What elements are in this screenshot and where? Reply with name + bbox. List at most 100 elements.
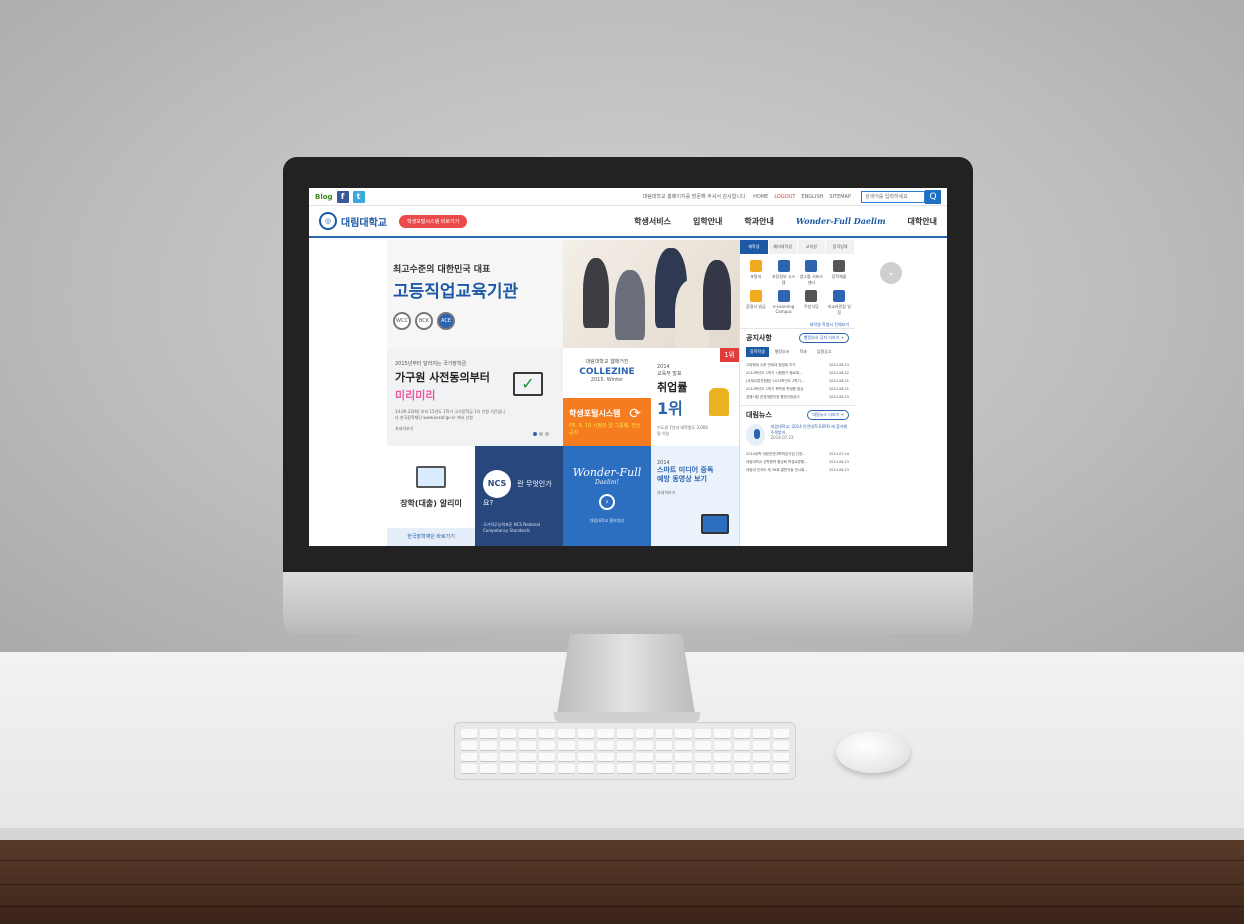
quick-link-icon bbox=[749, 260, 762, 272]
notice-tab-admin[interactable]: 행정부서 bbox=[771, 347, 794, 357]
rank-tag: 1위 bbox=[720, 348, 739, 362]
keyboard-key bbox=[753, 729, 770, 738]
keyboard-key bbox=[655, 752, 673, 762]
news-row-date: 2014.07.04 bbox=[828, 452, 849, 456]
nav-student-services[interactable]: 학생서비스 bbox=[634, 216, 671, 227]
twitter-icon[interactable]: t bbox=[352, 190, 365, 203]
nav-admissions[interactable]: 입학안내 bbox=[693, 216, 722, 227]
notice-row[interactable]: 고양형태 수준 연세대 등업채 추가 2014.08.23 bbox=[746, 361, 849, 369]
keyboard-key bbox=[772, 764, 789, 773]
slider-dot[interactable] bbox=[539, 432, 543, 436]
notice-row[interactable]: [국제교류지원원] 2014학년도 2학기... 2014.08.21 bbox=[746, 377, 849, 385]
sitemap-link[interactable]: SITEMAP bbox=[829, 194, 851, 200]
news-row[interactable]: 대림대 전국도 제 36회 콜판자동 전시회... 2014.06.13 bbox=[746, 466, 849, 474]
keyboard-key bbox=[636, 740, 653, 750]
scholarship-tile[interactable]: 2015년부터 달라지는 국가장학금 가구원 사전동의부터 미리미리 14.09… bbox=[387, 348, 563, 446]
kosaf-link[interactable]: 한국장학재단 바로가기 bbox=[387, 528, 475, 546]
home-link[interactable]: HOME bbox=[753, 194, 768, 200]
scholarship-more-link[interactable]: 자세히보기 bbox=[395, 426, 555, 432]
tab-admitted[interactable]: 합격입체 bbox=[826, 240, 855, 254]
news-row[interactable]: 대림대학교 산학협력 활성화 학생교류활... 2014.06.13 bbox=[746, 458, 849, 466]
news-row-title: 대림대 전국도 제 36회 콜판자동 전시회... bbox=[746, 468, 808, 472]
quick-link[interactable]: 비교과관점 일정 bbox=[827, 290, 851, 316]
keyboard-key bbox=[675, 729, 692, 738]
bck-badge-icon: BCK bbox=[415, 312, 433, 330]
quick-link[interactable]: 청소틀 서비스센터 bbox=[800, 260, 824, 286]
ncs-tile[interactable]: NCS 란 무엇인가요? 국가직무능력표준 NCS National Compe… bbox=[475, 446, 563, 546]
refresh-icon: ⟳ bbox=[629, 406, 641, 422]
logo-text: 대림대학교 bbox=[341, 217, 387, 229]
keyboard-key bbox=[694, 764, 712, 773]
nav-about[interactable]: 대학안내 bbox=[908, 216, 937, 227]
notice-row[interactable]: 2014학년도 2학기 복학생 학생증 발급 2014.08.21 bbox=[746, 385, 849, 393]
quick-link[interactable]: 주방식당 bbox=[800, 290, 824, 316]
english-link[interactable]: ENGLISH bbox=[801, 194, 823, 200]
notice-tab-bids[interactable]: 입찰공고 bbox=[813, 347, 836, 357]
keyboard-key bbox=[616, 752, 634, 762]
student-portal-tile[interactable]: 학생포털시스템 E6, 9, 10 시정의 입 그룹웨, 전산공지 ⟳ bbox=[563, 398, 651, 446]
portal-shortcut-button[interactable]: 학생포털시스템 바로가기 bbox=[399, 214, 468, 228]
media-title: 스마트 미디어 중독예방 동영상 보기 bbox=[657, 466, 714, 484]
tab-prospective[interactable]: 예비대학생 bbox=[768, 240, 798, 254]
smart-media-tile[interactable]: 2014 스마트 미디어 중독예방 동영상 보기 자세히보기 bbox=[651, 446, 739, 546]
employment-rank-tile[interactable]: 1위 2014 교육부 발표 취업률 1위 수도권 7년과 대학원도 3,000… bbox=[651, 348, 739, 446]
keyboard-key bbox=[499, 752, 517, 762]
quick-link[interactable]: 장학제출 bbox=[827, 260, 851, 286]
notice-row-date: 2014.08.21 bbox=[828, 379, 849, 383]
ace-badge-icon: ACE bbox=[437, 312, 455, 330]
university-logo[interactable]: ◎ 대림대학교 bbox=[319, 212, 387, 230]
tab-current-students[interactable]: 재학생 bbox=[740, 240, 769, 254]
quick-link-label: 포장정보 시스템 bbox=[771, 274, 796, 285]
wonder-sub: Daelim! bbox=[595, 479, 619, 486]
news-row-title: 대림대학교 산학협력 활성화 학생교류활... bbox=[746, 460, 808, 464]
nav-wonder-full[interactable]: Wonder-Full Daelim bbox=[796, 216, 886, 227]
keyboard-key bbox=[577, 740, 595, 750]
monitor-stand bbox=[556, 634, 696, 720]
hero-subtitle: 최고수준의 대한민국 대표 bbox=[393, 265, 491, 275]
collezine-tile[interactable]: 대림대학교 웹매거진 COLLEZINE 2015. Winter bbox=[563, 348, 651, 398]
loan-notice-tile[interactable]: 장학(대출) 알리미 한국장학재단 바로가기 bbox=[387, 446, 475, 546]
wonder-title: Wonder-Full bbox=[572, 466, 642, 479]
quick-link[interactable]: 포장정보 시스템 bbox=[772, 260, 796, 286]
keyboard-key bbox=[714, 729, 731, 738]
tab-staff[interactable]: 교직원 bbox=[797, 240, 827, 254]
keyboard-key bbox=[753, 752, 770, 762]
scholarship-details: 14.09.23(화) 부터 15년도 1학기 국가장학금 1차 신청 기간입니… bbox=[395, 409, 505, 420]
main-content: 최고수준의 대한민국 대표 고등직업교육기관 WCC BCK ACE 2015년… bbox=[387, 240, 739, 546]
arrow-right-icon[interactable]: › bbox=[599, 494, 615, 510]
chevron-down-icon[interactable]: ⌄ bbox=[880, 262, 902, 284]
notice-row-title: 2014학년도 2학기 시험평가 종료제... bbox=[746, 371, 803, 375]
media-more-link[interactable]: 자세히보기 bbox=[657, 490, 733, 496]
search-icon[interactable]: Q bbox=[925, 189, 941, 204]
wonder-full-tile[interactable]: Wonder-Full Daelim! › 대림대학교 홍보영상 bbox=[563, 446, 651, 546]
notice-row-date: 2014.08.23 bbox=[828, 363, 849, 367]
tablet-icon bbox=[701, 514, 729, 534]
quick-link[interactable]: 포탈지 bbox=[744, 260, 768, 286]
notice-tab-dept[interactable]: 학과 bbox=[795, 347, 810, 357]
notice-row[interactable]: 경쟁시험 운영계원지침 협정이방공고 2014.08.19 bbox=[746, 393, 849, 401]
notice-row-date: 2014.08.19 bbox=[828, 395, 849, 399]
slider-dot[interactable] bbox=[545, 432, 549, 436]
keyboard-key bbox=[597, 764, 614, 773]
quick-link[interactable]: 증명서 발급 bbox=[744, 290, 768, 316]
keyboard-key bbox=[675, 740, 692, 750]
utility-bar: Blog f t 대림대학교 홈페이지를 방문해 주셔서 감사합니다. HOME… bbox=[309, 188, 947, 206]
news-row[interactable]: 2014대학 대림연연대학학감사업 선정... 2014.07.04 bbox=[746, 450, 849, 458]
keyboard-key bbox=[577, 764, 595, 773]
keyboard-key bbox=[558, 752, 575, 762]
news-more-button[interactable]: 대림뉴스 더보기 + bbox=[807, 410, 849, 420]
keyboard-key bbox=[558, 740, 575, 750]
blog-link[interactable]: Blog bbox=[315, 193, 333, 201]
facebook-icon[interactable]: f bbox=[336, 190, 349, 203]
keyboard-key bbox=[519, 729, 536, 738]
news-list: 2014대학 대림연연대학학감사업 선정... 2014.07.04 대림대학교 산… bbox=[746, 450, 849, 474]
nav-departments[interactable]: 학과안내 bbox=[744, 216, 773, 227]
logout-link[interactable]: LOGOUT bbox=[774, 194, 795, 200]
notice-tab-scholarship[interactable]: 장학학생 bbox=[746, 347, 769, 357]
quick-link[interactable]: e-Learning Campus bbox=[772, 290, 796, 316]
slider-dot[interactable] bbox=[533, 432, 537, 436]
notice-row[interactable]: 2014학년도 2학기 시험평가 종료제... 2014.08.22 bbox=[746, 369, 849, 377]
news-feature[interactable]: 대림대학교, 2014 안전대학 EXPO 에 참가해 주목받아 2014.07… bbox=[746, 424, 849, 446]
notice-more-button[interactable]: 행정부서 공지 더보기 + bbox=[798, 333, 849, 343]
search-input[interactable] bbox=[861, 190, 925, 203]
